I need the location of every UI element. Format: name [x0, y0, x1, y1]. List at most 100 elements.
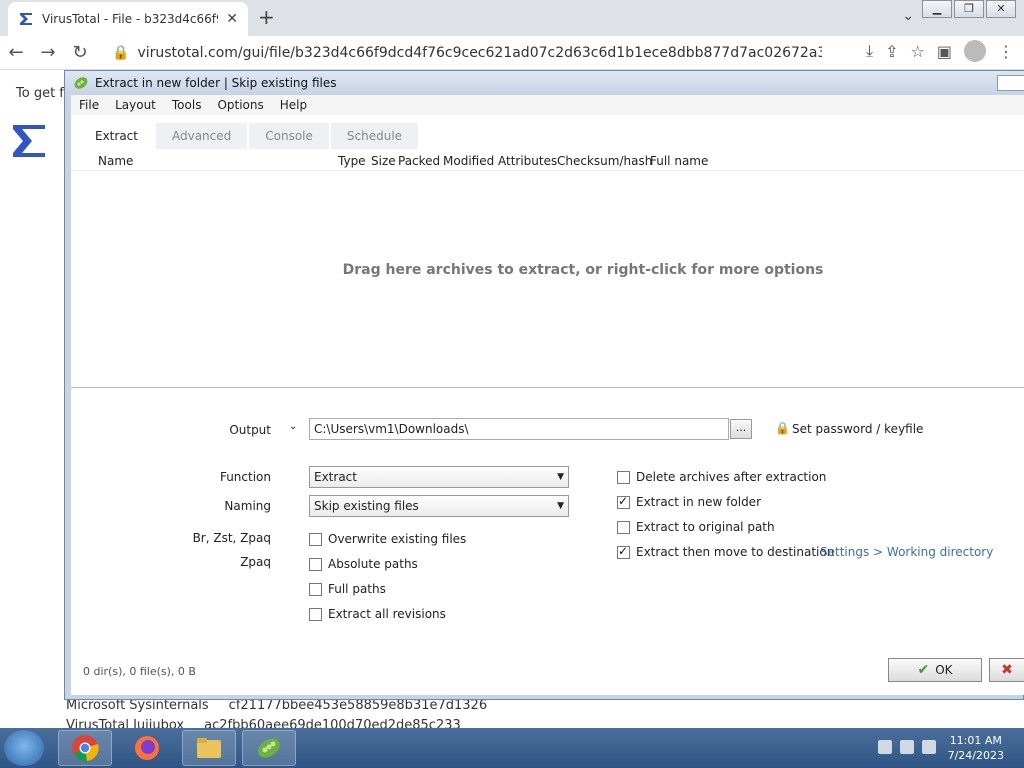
extract-new-folder-checkbox[interactable]: Extract in new folder — [617, 494, 761, 509]
start-button[interactable] — [4, 730, 44, 766]
menu-bar: File Layout Tools Options Help — [71, 95, 1024, 115]
forward-icon[interactable]: → — [32, 42, 64, 63]
tab-console[interactable]: Console — [249, 123, 329, 149]
tab-close-icon[interactable]: ✕ — [226, 11, 238, 27]
absolute-paths-checkbox[interactable]: Absolute paths — [309, 557, 418, 571]
new-tab-button[interactable]: + — [258, 5, 275, 29]
browser-tab[interactable]: VirusTotal - File - b323d4c66f9dc ✕ — [8, 2, 248, 36]
output-label: Output — [229, 423, 271, 437]
menu-icon[interactable]: ⋮ — [998, 42, 1014, 61]
naming-select[interactable]: Skip existing files ▼ — [309, 495, 569, 517]
taskbar-peazip[interactable] — [242, 730, 296, 766]
delete-archives-checkbox[interactable]: Delete archives after extraction — [617, 470, 826, 484]
taskbar-firefox[interactable] — [120, 730, 174, 766]
dialog-client-area: Extract Advanced Console Schedule Name T… — [71, 115, 1024, 695]
dialog-close-button[interactable] — [997, 75, 1024, 91]
zpaq-label: Zpaq — [240, 555, 271, 569]
checkbox-box — [309, 582, 322, 596]
browser-tab-strip: VirusTotal - File - b323d4c66f9dc ✕ + ⌄ … — [0, 0, 1024, 36]
drag-hint-text: Drag here archives to extract, or right-… — [342, 262, 824, 278]
taskbar-clock[interactable]: 11:01 AM 7/24/2023 — [948, 733, 1004, 763]
column-modified[interactable]: Modified — [443, 154, 494, 168]
checkbox-box — [309, 557, 322, 571]
set-password-link[interactable]: Set password / keyfile — [792, 422, 923, 436]
password-lock-icon[interactable]: 🔒 — [775, 421, 790, 435]
checkbox-box — [617, 544, 630, 559]
ok-button[interactable]: ✔ OK — [888, 658, 982, 682]
tab-advanced[interactable]: Advanced — [155, 123, 248, 149]
taskbar-explorer[interactable] — [182, 730, 236, 766]
naming-value: Skip existing files — [314, 499, 419, 513]
restore-button[interactable]: ❐ — [954, 0, 984, 18]
checkbox-label: Extract to original path — [636, 520, 775, 534]
page-row-name: Microsoft Sysinternals — [66, 698, 209, 713]
function-label: Function — [219, 470, 271, 484]
peazip-extract-dialog: Extract in new folder | Skip existing fi… — [64, 70, 1024, 700]
brzst-label: Br, Zst, Zpaq — [192, 531, 271, 545]
full-paths-checkbox[interactable]: Full paths — [309, 582, 386, 596]
close-window-button[interactable]: ✕ — [986, 0, 1016, 18]
peazip-icon — [258, 738, 280, 758]
column-size[interactable]: Size — [371, 154, 396, 168]
function-select[interactable]: Extract ▼ — [309, 466, 569, 488]
browse-output-button[interactable]: ... — [730, 419, 752, 439]
chevron-down-icon: ▼ — [557, 501, 564, 511]
checkbox-box — [617, 470, 630, 484]
extract-move-destination-checkbox[interactable]: Extract then move to destination — [617, 544, 835, 559]
overwrite-existing-checkbox[interactable]: Overwrite existing files — [309, 532, 466, 546]
cancel-button[interactable]: ✖ — [989, 658, 1024, 682]
output-path-field[interactable]: C:\Users\vm1\Downloads\ — [309, 418, 729, 440]
bookmark-star-icon[interactable]: ☆ — [911, 42, 925, 61]
tab-search-chevron-icon[interactable]: ⌄ — [902, 8, 914, 24]
naming-label: Naming — [224, 499, 271, 513]
download-icon[interactable]: ⤓ — [866, 41, 873, 61]
checkbox-label: Extract all revisions — [328, 607, 446, 621]
checkbox-label: Absolute paths — [328, 557, 418, 571]
checkbox-box — [309, 532, 322, 546]
checkbox-label: Overwrite existing files — [328, 532, 467, 546]
checkmark-icon: ✔ — [917, 662, 930, 678]
back-icon[interactable]: ← — [0, 42, 32, 63]
tab-extract[interactable]: Extract — [79, 123, 154, 149]
column-attributes[interactable]: Attributes — [498, 154, 557, 168]
menu-tools[interactable]: Tools — [164, 98, 210, 112]
working-directory-link[interactable]: Settings > Working directory — [820, 545, 993, 559]
volume-muted-icon[interactable] — [922, 740, 936, 754]
tab-title: VirusTotal - File - b323d4c66f9dc — [42, 12, 219, 26]
action-center-icon[interactable] — [878, 740, 892, 754]
minimize-button[interactable]: ▁ — [922, 0, 952, 18]
profile-avatar[interactable] — [964, 40, 986, 62]
column-type[interactable]: Type — [338, 154, 366, 168]
menu-options[interactable]: Options — [209, 98, 271, 112]
column-full-name[interactable]: Full name — [650, 154, 708, 168]
page-row-hash: cf21177bbee453e58859e8b31e7d1326 — [228, 698, 488, 713]
output-chevron-down-icon[interactable]: ⌄ — [289, 421, 297, 432]
menu-layout[interactable]: Layout — [107, 98, 164, 112]
splitter[interactable] — [71, 387, 1024, 388]
menu-help[interactable]: Help — [272, 98, 315, 112]
system-tray — [878, 740, 936, 754]
share-icon[interactable]: ⇪ — [885, 42, 898, 61]
side-panel-icon[interactable]: ▣ — [937, 42, 952, 61]
checkbox-label: Extract in new folder — [636, 495, 761, 509]
url-field[interactable]: 🔒 virustotal.com/gui/file/b323d4c66f9dcd… — [112, 40, 822, 66]
extract-all-revisions-checkbox[interactable]: Extract all revisions — [309, 607, 446, 621]
checkbox-label: Full paths — [328, 582, 386, 596]
file-list-drop-area[interactable]: Drag here archives to extract, or right-… — [71, 172, 1024, 387]
network-icon[interactable] — [900, 740, 914, 754]
checkbox-label: Delete archives after extraction — [636, 470, 827, 484]
menu-file[interactable]: File — [71, 98, 107, 112]
column-name[interactable]: Name — [98, 154, 133, 168]
reload-icon[interactable]: ↻ — [64, 42, 96, 63]
dialog-titlebar[interactable]: Extract in new folder | Skip existing fi… — [65, 71, 1024, 95]
lock-icon: 🔒 — [112, 45, 130, 61]
url-text: virustotal.com/gui/file/b323d4c66f9dcd4f… — [137, 45, 822, 61]
virustotal-logo-icon[interactable] — [10, 122, 48, 160]
column-checksum[interactable]: Checksum/hash — [557, 154, 652, 168]
tab-schedule[interactable]: Schedule — [330, 123, 419, 149]
column-packed[interactable]: Packed — [398, 154, 440, 168]
page-row: Microsoft Sysinternals cf21177bbee453e58… — [66, 698, 487, 713]
extract-original-path-checkbox[interactable]: Extract to original path — [617, 520, 775, 534]
taskbar-chrome[interactable] — [58, 730, 112, 766]
checkbox-label: Extract then move to destination — [636, 545, 835, 559]
